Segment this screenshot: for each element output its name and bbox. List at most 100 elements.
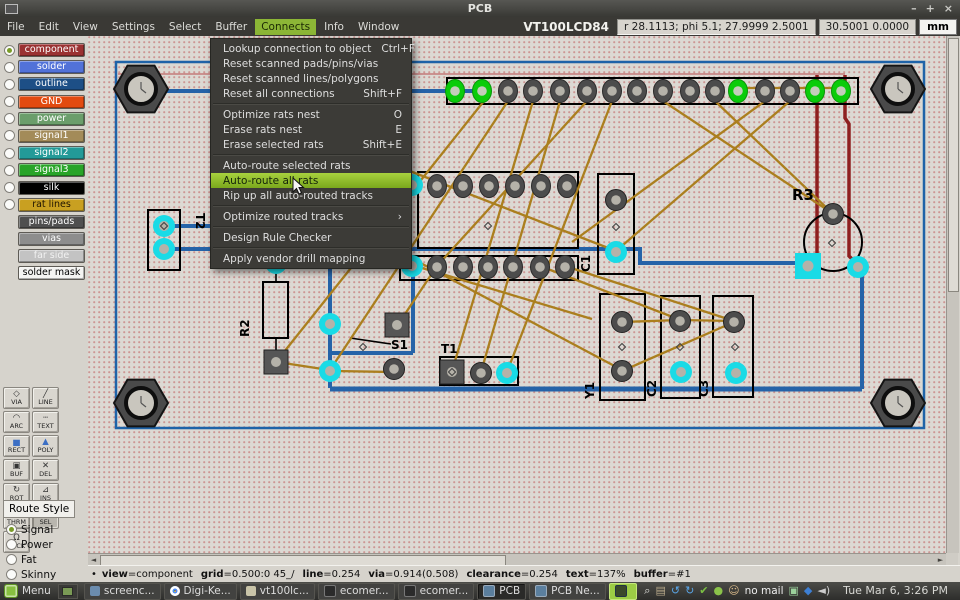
tool-button[interactable]: ◇ VIA <box>3 387 30 409</box>
rat-line[interactable] <box>507 101 612 372</box>
package-icon[interactable]: ▤ <box>655 582 665 600</box>
taskbar-window-button[interactable]: ecomer... <box>318 583 395 600</box>
route-style-radio[interactable] <box>6 524 17 535</box>
sync2-icon[interactable]: ↻ <box>685 582 694 600</box>
route-style-option[interactable]: Signal <box>6 522 87 537</box>
dropbox-icon[interactable]: ◆ <box>804 582 812 600</box>
menu-item[interactable] <box>211 224 411 230</box>
layer-radio[interactable] <box>4 199 15 210</box>
scroll-right-arrow[interactable]: ► <box>935 556 946 564</box>
maximize-button[interactable]: + <box>926 1 935 16</box>
taskbar-window-button[interactable]: screenc... <box>84 583 161 600</box>
menu-item[interactable]: Reset all connections Shift+F <box>211 86 411 101</box>
tool-button[interactable]: ╱ LINE <box>32 387 59 409</box>
menu-item[interactable]: Optimize rats nest O <box>211 107 411 122</box>
close-button[interactable]: × <box>944 1 953 16</box>
magnifier-icon[interactable]: ⌕ <box>644 582 650 600</box>
component-outline[interactable] <box>263 282 288 338</box>
route-style-radio[interactable] <box>6 539 17 550</box>
layer-radio[interactable] <box>4 165 15 176</box>
layer-toggle-button[interactable]: signal2 <box>18 146 85 160</box>
menu-item[interactable]: Rip up all auto-routed tracks <box>211 188 411 203</box>
menubar-item[interactable]: Connects <box>255 19 316 35</box>
menubar-item[interactable]: Settings <box>106 19 161 35</box>
menu-item[interactable]: Design Rule Checker <box>211 230 411 245</box>
menu-item[interactable] <box>211 203 411 209</box>
layer-toggle-button[interactable]: pins/pads <box>18 215 85 229</box>
tool-button[interactable]: ┄ TEXT <box>32 411 59 433</box>
layer-radio[interactable] <box>4 96 15 107</box>
tool-button[interactable]: ▅ RECT <box>3 435 30 457</box>
layer-radio[interactable] <box>4 130 15 141</box>
taskbar-window-button[interactable] <box>609 583 637 600</box>
sync-icon[interactable]: ↺ <box>671 582 680 600</box>
menubar-item[interactable]: Buffer <box>209 19 253 35</box>
mail-checker-icon[interactable]: ☺ <box>728 582 739 600</box>
layer-radio[interactable] <box>4 79 15 90</box>
layer-toggle-button[interactable]: solder <box>18 60 85 74</box>
menu-item[interactable]: Lookup connection to object Ctrl+F <box>211 41 411 56</box>
taskbar-window-button[interactable]: PCB <box>477 583 526 600</box>
taskbar-window-button[interactable]: PCB Ne... <box>529 583 606 600</box>
menu-item[interactable]: Auto-route all rats <box>211 173 411 188</box>
menu-item[interactable]: Reset scanned pads/pins/vias <box>211 56 411 71</box>
tool-button[interactable]: ▣ BUF <box>3 459 30 481</box>
rat-line[interactable] <box>715 101 832 213</box>
layer-toggle-button[interactable]: outline <box>18 77 85 91</box>
layer-toggle-button[interactable]: solder mask <box>18 266 85 280</box>
tool-button[interactable]: ▲ POLY <box>32 435 59 457</box>
shield-check-icon[interactable]: ✔ <box>699 582 708 600</box>
route-style-option[interactable]: Power <box>6 537 87 552</box>
vertical-scrollbar[interactable] <box>946 36 959 553</box>
menu-item[interactable]: Apply vendor drill mapping <box>211 251 411 266</box>
layer-toggle-button[interactable]: signal1 <box>18 129 85 143</box>
volume-icon[interactable]: ◄) <box>817 582 830 600</box>
menubar-item[interactable]: View <box>67 19 104 35</box>
layer-toggle-button[interactable]: GND <box>18 95 85 109</box>
menubar-item[interactable]: Window <box>352 19 405 35</box>
layer-toggle-button[interactable]: power <box>18 112 85 126</box>
route-style-radio[interactable] <box>6 554 17 565</box>
menu-item[interactable]: Erase selected rats Shift+E <box>211 137 411 152</box>
rat-line[interactable] <box>616 101 790 251</box>
menu-item[interactable]: Erase rats nest E <box>211 122 411 137</box>
layer-toggle-button[interactable]: component <box>18 43 85 57</box>
menu-item[interactable]: Auto-route selected rats <box>211 158 411 173</box>
route-style-button[interactable]: Route Style <box>3 500 75 518</box>
display-icon[interactable]: ▣ <box>789 582 799 600</box>
menubar-item[interactable]: Select <box>163 19 207 35</box>
layer-radio[interactable] <box>4 62 15 73</box>
taskbar-window-button[interactable]: Digi-Ke... <box>164 583 237 600</box>
show-desktop-button[interactable] <box>58 584 78 599</box>
units-button[interactable]: mm <box>919 19 957 35</box>
rat-line[interactable] <box>565 266 734 321</box>
route-style-option[interactable]: Skinny <box>6 567 87 582</box>
menu-item[interactable]: Reset scanned lines/polygons <box>211 71 411 86</box>
route-style-option[interactable]: Fat <box>6 552 87 567</box>
layer-toggle-button[interactable]: far side <box>18 249 85 263</box>
status-orb-icon[interactable]: ● <box>714 582 724 600</box>
layer-toggle-button[interactable]: signal3 <box>18 163 85 177</box>
menubar-item[interactable]: Edit <box>33 19 65 35</box>
menu-item[interactable] <box>211 245 411 251</box>
taskbar-window-button[interactable]: vt100lc... <box>240 583 315 600</box>
route-style-radio[interactable] <box>6 569 17 580</box>
minimize-button[interactable]: – <box>911 1 917 16</box>
menu-item[interactable] <box>211 101 411 107</box>
layer-radio[interactable] <box>4 148 15 159</box>
scroll-left-arrow[interactable]: ◄ <box>88 556 99 564</box>
layer-toggle-button[interactable]: rat lines <box>18 198 85 212</box>
menu-item[interactable] <box>211 152 411 158</box>
tool-button[interactable]: ◠ ARC <box>3 411 30 433</box>
layer-radio[interactable] <box>4 182 15 193</box>
component-outline[interactable] <box>600 294 645 400</box>
layer-radio[interactable] <box>4 113 15 124</box>
menubar-item[interactable]: File <box>1 19 31 35</box>
layer-toggle-button[interactable]: vias <box>18 232 85 246</box>
rat-line[interactable] <box>572 101 765 242</box>
menu-item[interactable]: Optimize routed tracks › <box>211 209 411 224</box>
taskbar-window-button[interactable]: ecomer... <box>398 583 475 600</box>
tool-button[interactable]: ✕ DEL <box>32 459 59 481</box>
start-menu-button[interactable]: Menu <box>0 582 58 600</box>
layer-radio[interactable] <box>4 45 15 56</box>
